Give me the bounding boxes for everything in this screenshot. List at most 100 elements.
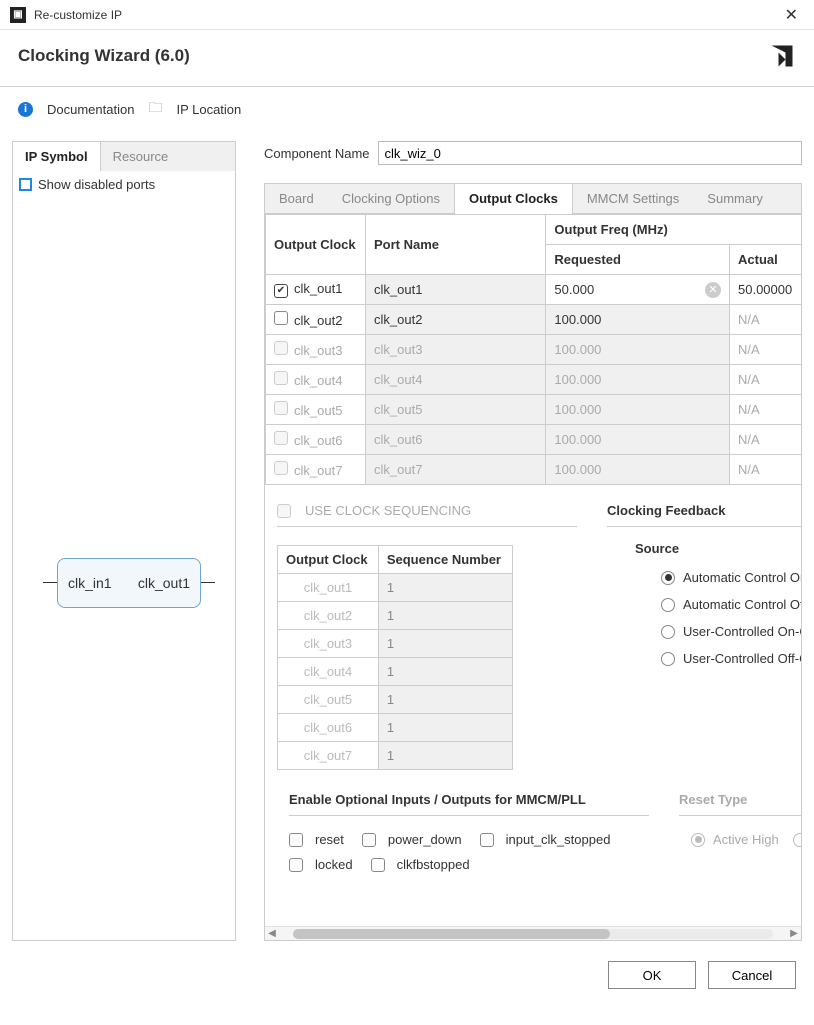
output-clock-name: clk_out7 <box>294 463 342 478</box>
app-icon: ▣ <box>10 7 26 23</box>
tab-mmcm-settings[interactable]: MMCM Settings <box>573 184 693 213</box>
port-name-cell[interactable]: clk_out3 <box>366 335 546 365</box>
output-clock-name: clk_out4 <box>294 373 342 388</box>
enable-checkbox[interactable] <box>274 284 288 298</box>
info-icon: i <box>18 102 33 117</box>
seq-clock-name: clk_out5 <box>278 686 379 714</box>
seq-number-cell[interactable]: 1 <box>378 602 512 630</box>
checkbox-icon <box>289 858 303 872</box>
port-name-cell[interactable]: clk_out4 <box>366 365 546 395</box>
sequence-row: clk_out11 <box>278 574 513 602</box>
enable-checkbox[interactable] <box>274 371 288 385</box>
sequence-row: clk_out41 <box>278 658 513 686</box>
ok-button[interactable]: OK <box>608 961 696 989</box>
output-clock-row: clk_out3clk_out3100.000N/A0.000 <box>266 335 802 365</box>
ip-port-out: clk_out1 <box>138 575 190 591</box>
freq-actual-cell: N/A <box>730 455 802 485</box>
enable-checkbox[interactable] <box>274 461 288 475</box>
seq-clock-name: clk_out3 <box>278 630 379 658</box>
tab-board[interactable]: Board <box>265 184 328 213</box>
output-clock-name: clk_out6 <box>294 433 342 448</box>
output-clock-name: clk_out5 <box>294 403 342 418</box>
freq-requested-cell[interactable]: 100.000 <box>546 425 730 455</box>
seq-number-cell[interactable]: 1 <box>378 686 512 714</box>
freq-actual-cell: N/A <box>730 335 802 365</box>
enable-checkbox[interactable] <box>274 311 288 325</box>
component-name-label: Component Name <box>264 146 370 161</box>
titlebar: ▣ Re-customize IP ✕ <box>0 0 814 30</box>
checkbox-icon <box>289 833 303 847</box>
documentation-link[interactable]: Documentation <box>47 102 134 117</box>
optional-io-checkbox[interactable]: reset <box>289 832 344 847</box>
output-clock-name: clk_out3 <box>294 343 342 358</box>
optional-io-checkbox[interactable]: locked <box>289 857 353 872</box>
scroll-left-icon[interactable]: ◀ <box>265 928 279 939</box>
reset-type-active-high-radio <box>691 833 705 847</box>
freq-requested-cell[interactable]: 50.000✕ <box>546 275 730 305</box>
seq-clock-name: clk_out1 <box>278 574 379 602</box>
output-clock-row: clk_out5clk_out5100.000N/A0.000 <box>266 395 802 425</box>
sequence-table: Output Clock Sequence Number clk_out11cl… <box>277 545 513 770</box>
feedback-source-option[interactable]: Automatic Control On-Chip <box>661 570 801 585</box>
freq-actual-cell: N/A <box>730 365 802 395</box>
enable-checkbox[interactable] <box>274 431 288 445</box>
show-disabled-ports-checkbox[interactable]: Show disabled ports <box>19 177 229 192</box>
reset-type-title: Reset Type <box>679 792 801 816</box>
optional-io-checkbox[interactable]: clkfbstopped <box>371 857 470 872</box>
seq-number-cell[interactable]: 1 <box>378 630 512 658</box>
ip-location-link[interactable]: IP Location <box>176 102 241 117</box>
port-name-cell[interactable]: clk_out6 <box>366 425 546 455</box>
checkbox-icon <box>371 858 385 872</box>
seq-clock-name: clk_out2 <box>278 602 379 630</box>
port-name-cell[interactable]: clk_out1 <box>366 275 546 305</box>
scroll-right-icon[interactable]: ▶ <box>787 928 801 939</box>
seq-number-cell[interactable]: 1 <box>378 658 512 686</box>
freq-requested-cell[interactable]: 100.000 <box>546 395 730 425</box>
radio-icon <box>661 571 675 585</box>
port-name-cell[interactable]: clk_out5 <box>366 395 546 425</box>
optional-io-checkbox[interactable]: input_clk_stopped <box>480 832 611 847</box>
tab-ip-symbol[interactable]: IP Symbol <box>13 142 101 171</box>
tab-summary[interactable]: Summary <box>693 184 777 213</box>
ip-block: clk_in1 clk_out1 <box>57 558 201 608</box>
clear-icon[interactable]: ✕ <box>705 282 721 298</box>
freq-requested-cell[interactable]: 100.000 <box>546 365 730 395</box>
radio-icon <box>661 625 675 639</box>
col-port-name: Port Name <box>366 215 546 275</box>
cancel-button[interactable]: Cancel <box>708 961 796 989</box>
port-name-cell[interactable]: clk_out7 <box>366 455 546 485</box>
tab-resource[interactable]: Resource <box>101 142 181 171</box>
seq-number-cell[interactable]: 1 <box>378 742 512 770</box>
enable-checkbox[interactable] <box>274 401 288 415</box>
feedback-source-option[interactable]: User-Controlled On-Chip <box>661 624 801 639</box>
horizontal-scrollbar[interactable]: ◀ ▶ <box>265 926 801 940</box>
optional-io-checkbox[interactable]: power_down <box>362 832 462 847</box>
freq-requested-cell[interactable]: 100.000 <box>546 305 730 335</box>
sequence-row: clk_out31 <box>278 630 513 658</box>
freq-requested-cell[interactable]: 100.000 <box>546 455 730 485</box>
radio-icon <box>661 598 675 612</box>
seq-clock-name: clk_out7 <box>278 742 379 770</box>
checkbox-icon <box>277 504 291 518</box>
feedback-source-option[interactable]: User-Controlled Off-Chip <box>661 651 801 666</box>
checkbox-icon <box>362 833 376 847</box>
use-clock-sequencing-checkbox[interactable]: USE CLOCK SEQUENCING <box>277 503 577 527</box>
feedback-source-option[interactable]: Automatic Control Off-Chip <box>661 597 801 612</box>
sequence-row: clk_out61 <box>278 714 513 742</box>
component-name-input[interactable] <box>378 141 803 165</box>
tab-clocking-options[interactable]: Clocking Options <box>328 184 454 213</box>
folder-icon: 🗀 <box>148 97 162 121</box>
tab-output-clocks[interactable]: Output Clocks <box>454 183 573 214</box>
page-title: Clocking Wizard (6.0) <box>18 46 768 66</box>
close-icon[interactable]: ✕ <box>779 5 804 25</box>
enable-checkbox[interactable] <box>274 341 288 355</box>
feedback-source-label: Source <box>635 541 801 556</box>
output-clock-row: clk_out7clk_out7100.000N/A0.000 <box>266 455 802 485</box>
output-clock-row: clk_out4clk_out4100.000N/A0.000 <box>266 365 802 395</box>
seq-number-cell[interactable]: 1 <box>378 714 512 742</box>
col-output-clock: Output Clock <box>266 215 366 275</box>
output-clock-row: clk_out1clk_out150.000✕50.000000.000 <box>266 275 802 305</box>
freq-requested-cell[interactable]: 100.000 <box>546 335 730 365</box>
port-name-cell[interactable]: clk_out2 <box>366 305 546 335</box>
seq-number-cell[interactable]: 1 <box>378 574 512 602</box>
